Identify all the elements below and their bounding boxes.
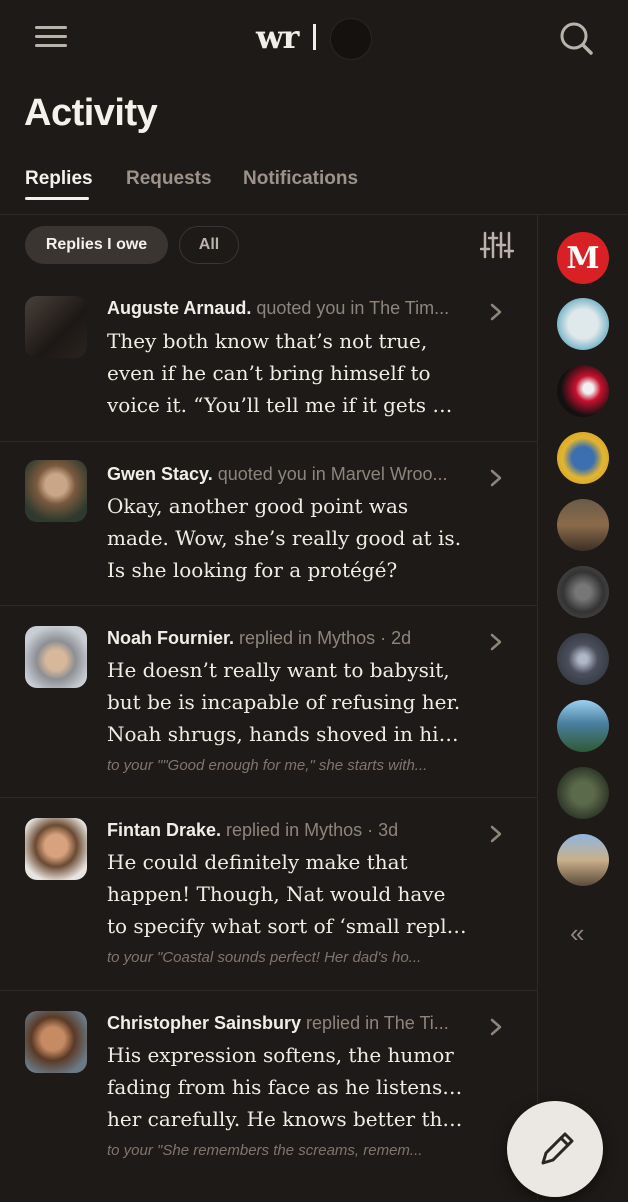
excerpt-line: Is she looking for a protégé? <box>107 558 398 582</box>
reply-header: Noah Fournier. replied in Mythos · 2d <box>107 628 467 649</box>
community-badge-letter: M <box>566 240 600 276</box>
avatar <box>25 1011 87 1073</box>
search-icon[interactable] <box>556 18 596 58</box>
reply-excerpt: He could definitely make that happen! Th… <box>107 846 467 942</box>
chevron-right-icon[interactable] <box>486 632 506 652</box>
excerpt-line: made. Wow, she’s really good at is. <box>107 526 462 550</box>
reply-context: to your ""Good enough for me," she start… <box>107 757 428 774</box>
community-avatar-4[interactable] <box>557 432 609 484</box>
excerpt-line: but be is incapable of refusing her. <box>107 690 461 714</box>
reply-row[interactable]: Christopher Sainsbury replied in The Ti.… <box>0 991 537 1185</box>
author-name: Gwen Stacy. <box>107 464 213 484</box>
reply-header: Christopher Sainsbury replied in The Ti.… <box>107 1013 467 1034</box>
community-avatar-10[interactable] <box>557 834 609 886</box>
collapse-sidebar-button[interactable]: « <box>570 918 584 949</box>
reply-action: replied in Mythos · 2d <box>234 628 412 648</box>
reply-list: Auguste Arnaud. quoted you in The Tim...… <box>0 278 537 1185</box>
author-name: Christopher Sainsbury <box>107 1013 302 1033</box>
profile-avatar[interactable] <box>330 18 372 60</box>
community-avatar-2[interactable] <box>557 298 609 350</box>
sidebar-divider <box>537 214 538 1200</box>
reply-row[interactable]: Noah Fournier. replied in Mythos · 2d He… <box>0 606 537 798</box>
avatar <box>25 296 87 358</box>
community-avatar-5[interactable] <box>557 499 609 551</box>
reply-header: Auguste Arnaud. quoted you in The Tim... <box>107 298 467 319</box>
author-name: Fintan Drake. <box>107 820 222 840</box>
avatar <box>25 460 87 522</box>
community-avatar-9[interactable] <box>557 767 609 819</box>
author-name: Noah Fournier. <box>107 628 235 648</box>
reply-row[interactable]: Auguste Arnaud. quoted you in The Tim...… <box>0 278 537 442</box>
avatar <box>25 818 87 880</box>
excerpt-line: Noah shrugs, hands shoved in his ... <box>107 722 467 746</box>
reply-action: replied in Mythos · 3d <box>221 820 399 840</box>
sliders-icon[interactable] <box>479 230 515 260</box>
chevron-right-icon[interactable] <box>486 824 506 844</box>
excerpt-line: They both know that’s not true, <box>107 329 428 353</box>
excerpt-line: He doesn’t really want to babysit, <box>107 658 450 682</box>
chevron-right-icon[interactable] <box>486 468 506 488</box>
tab-bar: Replies Requests Notifications <box>0 160 628 215</box>
filter-bar: Replies I owe All <box>0 214 538 278</box>
filter-chip-all[interactable]: All <box>179 226 239 264</box>
avatar <box>25 626 87 688</box>
excerpt-line: voice it. “You’ll tell me if it gets wo.… <box>107 393 467 417</box>
community-avatar-8[interactable] <box>557 700 609 752</box>
community-avatar-3[interactable] <box>557 365 609 417</box>
page-title: Activity <box>24 92 158 134</box>
excerpt-line: even if he can’t bring himself to <box>107 361 431 385</box>
reply-row[interactable]: Gwen Stacy. quoted you in Marvel Wroo...… <box>0 442 537 606</box>
excerpt-line: His expression softens, the humor <box>107 1043 454 1067</box>
reply-excerpt: Okay, another good point was made. Wow, … <box>107 490 467 586</box>
excerpt-line: Okay, another good point was <box>107 494 409 518</box>
excerpt-line: He could definitely make that <box>107 850 408 874</box>
pencil-icon <box>541 1132 574 1165</box>
reply-excerpt: They both know that’s not true, even if … <box>107 325 467 421</box>
reply-excerpt: He doesn’t really want to babysit, but b… <box>107 654 467 750</box>
reply-action: replied in The Ti... <box>301 1013 449 1033</box>
excerpt-line: to specify what sort of ‘small repli... <box>107 914 467 938</box>
hamburger-menu-icon[interactable] <box>32 22 70 52</box>
active-tab-indicator <box>25 197 89 200</box>
community-avatar-1[interactable]: M <box>557 232 609 284</box>
reply-excerpt: His expression softens, the humor fading… <box>107 1039 467 1135</box>
filter-chip-replies-i-owe[interactable]: Replies I owe <box>25 226 168 264</box>
reply-action: quoted you in The Tim... <box>251 298 450 318</box>
reply-header: Gwen Stacy. quoted you in Marvel Wroo... <box>107 464 467 485</box>
reply-row[interactable]: Fintan Drake. replied in Mythos · 3d He … <box>0 798 537 991</box>
excerpt-line: her carefully. He knows better tha... <box>107 1107 467 1131</box>
excerpt-line: fading from his face as he listens to <box>107 1075 467 1099</box>
reply-action: quoted you in Marvel Wroo... <box>212 464 448 484</box>
reply-context: to your "Coastal sounds perfect! Her dad… <box>107 949 422 966</box>
chevron-right-icon[interactable] <box>486 1017 506 1037</box>
tab-notifications[interactable]: Notifications <box>243 168 358 190</box>
reply-header: Fintan Drake. replied in Mythos · 3d <box>107 820 467 841</box>
top-bar: wr <box>0 0 628 80</box>
community-avatar-7[interactable] <box>557 633 609 685</box>
app-logo[interactable]: wr <box>256 18 299 56</box>
author-name: Auguste Arnaud. <box>107 298 252 318</box>
chevron-right-icon[interactable] <box>486 302 506 322</box>
reply-context: to your "She remembers the screams, reme… <box>107 1142 423 1159</box>
tab-requests[interactable]: Requests <box>126 168 212 190</box>
excerpt-line: happen! Though, Nat would have <box>107 882 446 906</box>
compose-button[interactable] <box>507 1101 603 1197</box>
community-avatar-6[interactable] <box>557 566 609 618</box>
tab-replies[interactable]: Replies <box>25 168 93 190</box>
logo-divider <box>313 24 316 50</box>
